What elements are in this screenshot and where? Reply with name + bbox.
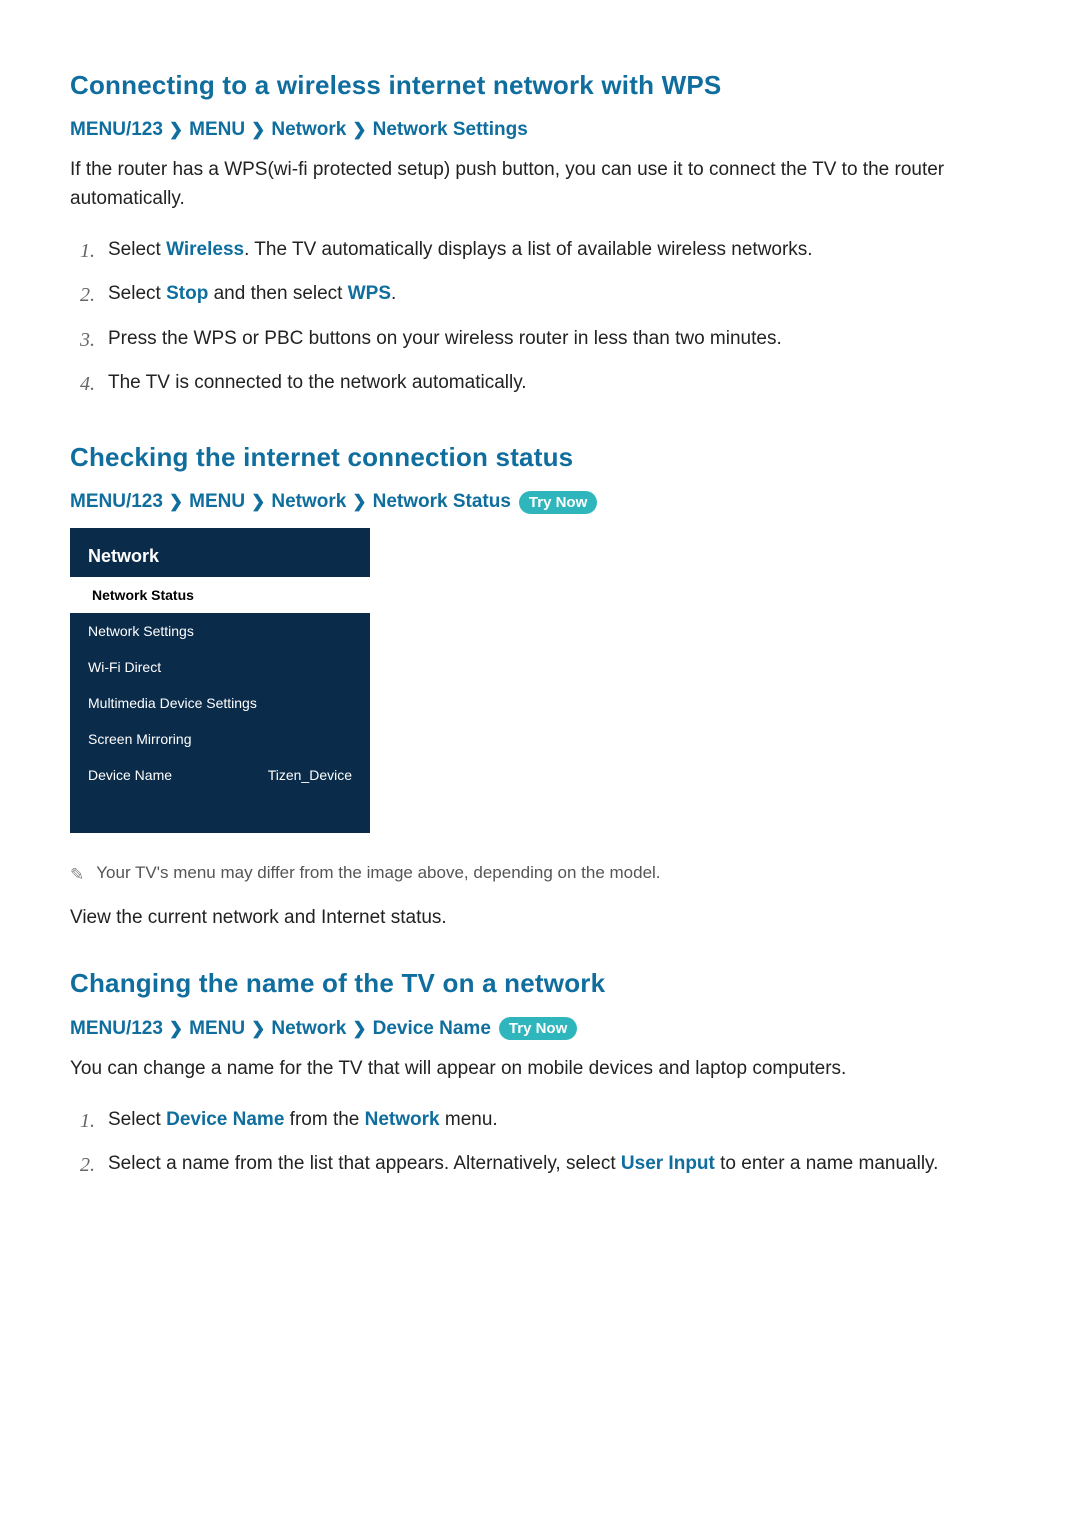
- accent-term: User Input: [621, 1153, 715, 1174]
- chevron-right-icon: ❯: [169, 1019, 183, 1039]
- body-text: View the current network and Internet st…: [70, 903, 1015, 932]
- crumb[interactable]: MENU: [189, 1018, 245, 1040]
- step: Press the WPS or PBC buttons on your wir…: [80, 317, 1015, 362]
- chevron-right-icon: ❯: [251, 492, 265, 512]
- crumb[interactable]: MENU/123: [70, 1018, 163, 1040]
- menu-item[interactable]: Network Settings: [70, 613, 370, 649]
- step: The TV is connected to the network autom…: [80, 361, 1015, 406]
- note: ✎ Your TV's menu may differ from the ima…: [70, 863, 1015, 885]
- menu-item[interactable]: Wi-Fi Direct: [70, 649, 370, 685]
- chevron-right-icon: ❯: [352, 120, 366, 140]
- body-text: You can change a name for the TV that wi…: [70, 1054, 1015, 1083]
- menu-title: Network: [70, 528, 370, 577]
- steps-list: Select Wireless. The TV automatically di…: [80, 228, 1015, 406]
- crumb[interactable]: MENU: [189, 491, 245, 513]
- section-status: Checking the internet connection status …: [70, 442, 1015, 932]
- step: Select Stop and then select WPS.: [80, 272, 1015, 317]
- try-now-button[interactable]: Try Now: [519, 491, 597, 514]
- chevron-right-icon: ❯: [251, 1019, 265, 1039]
- note-text: Your TV's menu may differ from the image…: [96, 863, 660, 883]
- chevron-right-icon: ❯: [352, 1019, 366, 1039]
- menu-item-label: Multimedia Device Settings: [88, 695, 257, 711]
- crumb[interactable]: Network Settings: [373, 119, 528, 141]
- section-wps: Connecting to a wireless internet networ…: [70, 70, 1015, 406]
- try-now-button[interactable]: Try Now: [499, 1017, 577, 1040]
- menu-item[interactable]: Screen Mirroring: [70, 721, 370, 757]
- accent-term: Device Name: [166, 1109, 284, 1130]
- menu-item-label: Screen Mirroring: [88, 731, 191, 747]
- steps-list: Select Device Name from the Network menu…: [80, 1098, 1015, 1187]
- crumb[interactable]: Network: [271, 1018, 346, 1040]
- heading: Checking the internet connection status: [70, 442, 1015, 473]
- step: Select Wireless. The TV automatically di…: [80, 228, 1015, 273]
- intro-text: If the router has a WPS(wi-fi protected …: [70, 155, 1015, 214]
- section-device-name: Changing the name of the TV on a network…: [70, 968, 1015, 1186]
- breadcrumb: MENU/123 ❯ MENU ❯ Network ❯ Device Name …: [70, 1017, 1015, 1040]
- crumb[interactable]: Device Name: [373, 1018, 491, 1040]
- breadcrumb: MENU/123 ❯ MENU ❯ Network ❯ Network Sett…: [70, 119, 1015, 141]
- network-menu-panel: Network Network Status Network Settings Wi…: [70, 528, 370, 833]
- menu-item-label: Wi-Fi Direct: [88, 659, 161, 675]
- accent-term: Wireless: [166, 239, 244, 260]
- menu-item-label: Network Status: [92, 587, 194, 603]
- crumb[interactable]: MENU/123: [70, 491, 163, 513]
- menu-item-value: Tizen_Device: [268, 767, 352, 783]
- chevron-right-icon: ❯: [169, 492, 183, 512]
- crumb[interactable]: Network: [271, 491, 346, 513]
- menu-item[interactable]: Multimedia Device Settings: [70, 685, 370, 721]
- menu-item[interactable]: Network Status: [70, 577, 370, 613]
- chevron-right-icon: ❯: [251, 120, 265, 140]
- step: Select Device Name from the Network menu…: [80, 1098, 1015, 1143]
- crumb[interactable]: Network: [271, 119, 346, 141]
- heading: Connecting to a wireless internet networ…: [70, 70, 1015, 101]
- step: Select a name from the list that appears…: [80, 1142, 1015, 1187]
- accent-term: WPS: [348, 283, 391, 304]
- crumb[interactable]: MENU: [189, 119, 245, 141]
- crumb[interactable]: MENU/123: [70, 119, 163, 141]
- accent-term: Stop: [166, 283, 208, 304]
- accent-term: Network: [365, 1109, 440, 1130]
- heading: Changing the name of the TV on a network: [70, 968, 1015, 999]
- menu-item[interactable]: Device Name Tizen_Device: [70, 757, 370, 793]
- chevron-right-icon: ❯: [169, 120, 183, 140]
- crumb[interactable]: Network Status: [373, 491, 511, 513]
- note-icon: ✎: [70, 865, 84, 885]
- breadcrumb: MENU/123 ❯ MENU ❯ Network ❯ Network Stat…: [70, 491, 1015, 514]
- menu-item-label: Network Settings: [88, 623, 194, 639]
- menu-item-label: Device Name: [88, 767, 172, 783]
- chevron-right-icon: ❯: [352, 492, 366, 512]
